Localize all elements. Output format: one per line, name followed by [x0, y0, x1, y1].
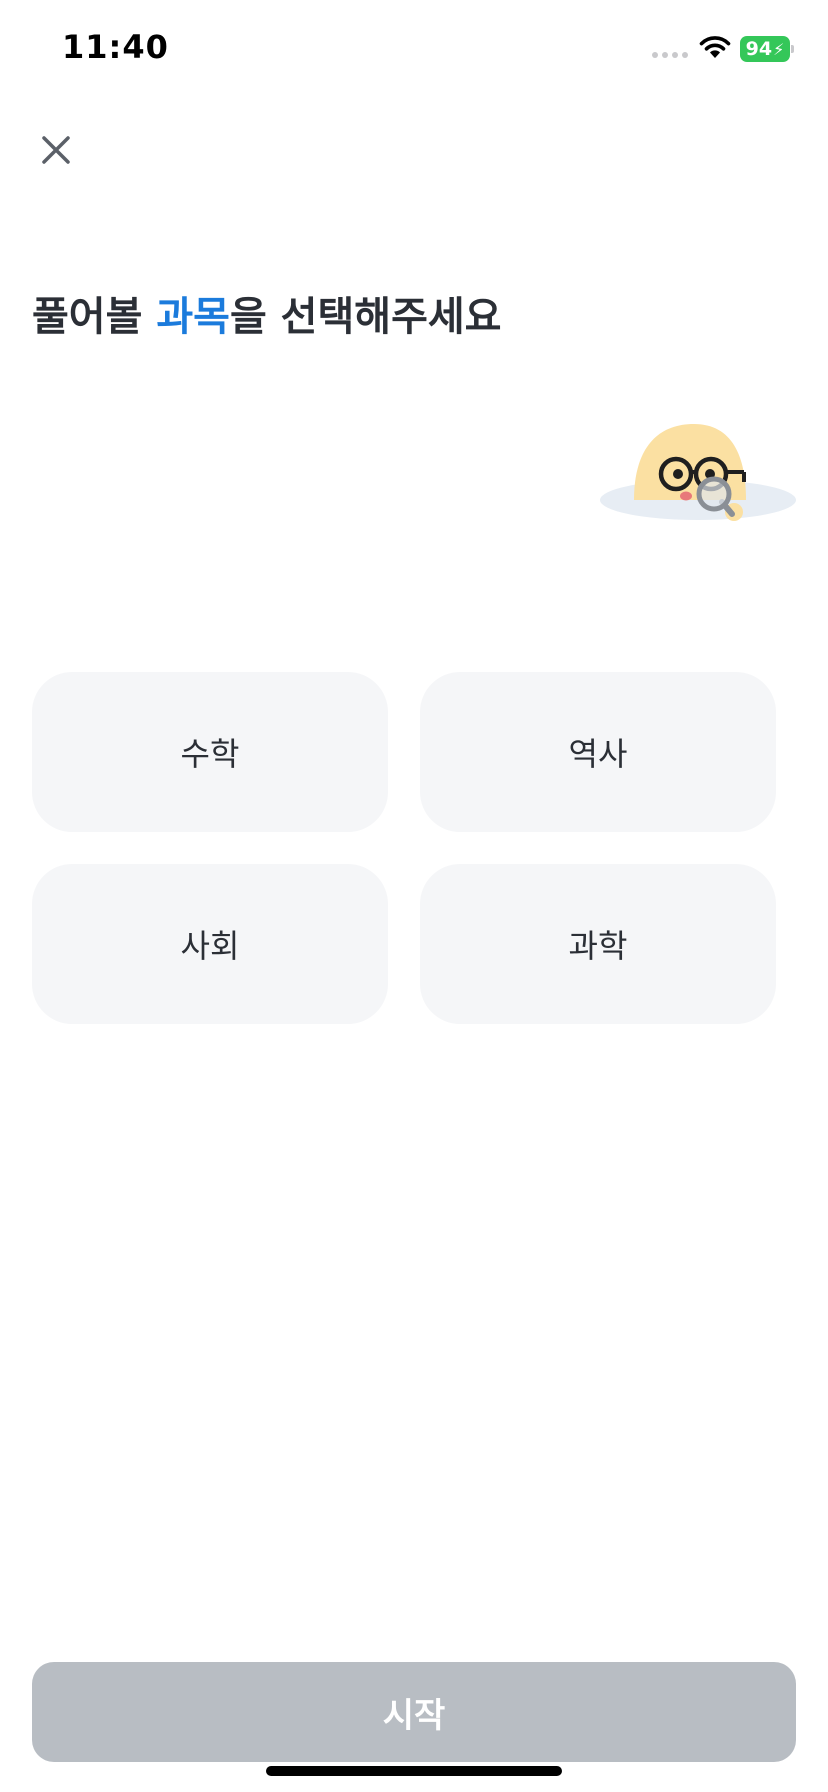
subject-option-science[interactable]: 과학 [420, 864, 776, 1024]
wifi-icon [699, 36, 731, 58]
status-time: 11:40 [62, 28, 169, 66]
home-indicator [266, 1766, 562, 1776]
battery-level: 94 [745, 38, 773, 60]
subject-option-math[interactable]: 수학 [32, 672, 388, 832]
start-button[interactable]: 시작 [32, 1662, 796, 1762]
close-button[interactable] [34, 128, 78, 172]
subject-grid: 수학 역사 사회 과학 [32, 672, 776, 1024]
title-highlight: 과목 [156, 294, 230, 340]
mascot-magnifier-icon [600, 424, 796, 521]
signal-dots-icon [652, 52, 688, 58]
page-title: 풀어볼 과목을 선택해주세요 [32, 284, 501, 342]
title-suffix: 을 선택해주세요 [229, 294, 502, 340]
subject-option-society[interactable]: 사회 [32, 864, 388, 1024]
title-prefix: 풀어볼 [32, 294, 157, 340]
subject-option-history[interactable]: 역사 [420, 672, 776, 832]
subject-select-screen: 11:40 94 ⚡ 풀어볼 과목을 선택해주세요 수학 역사 사회 과학 시작 [0, 0, 828, 1792]
status-bar: 11:40 94 ⚡ [0, 0, 828, 100]
battery-charging-icon: 94 ⚡ [740, 36, 794, 62]
close-icon [42, 136, 70, 164]
